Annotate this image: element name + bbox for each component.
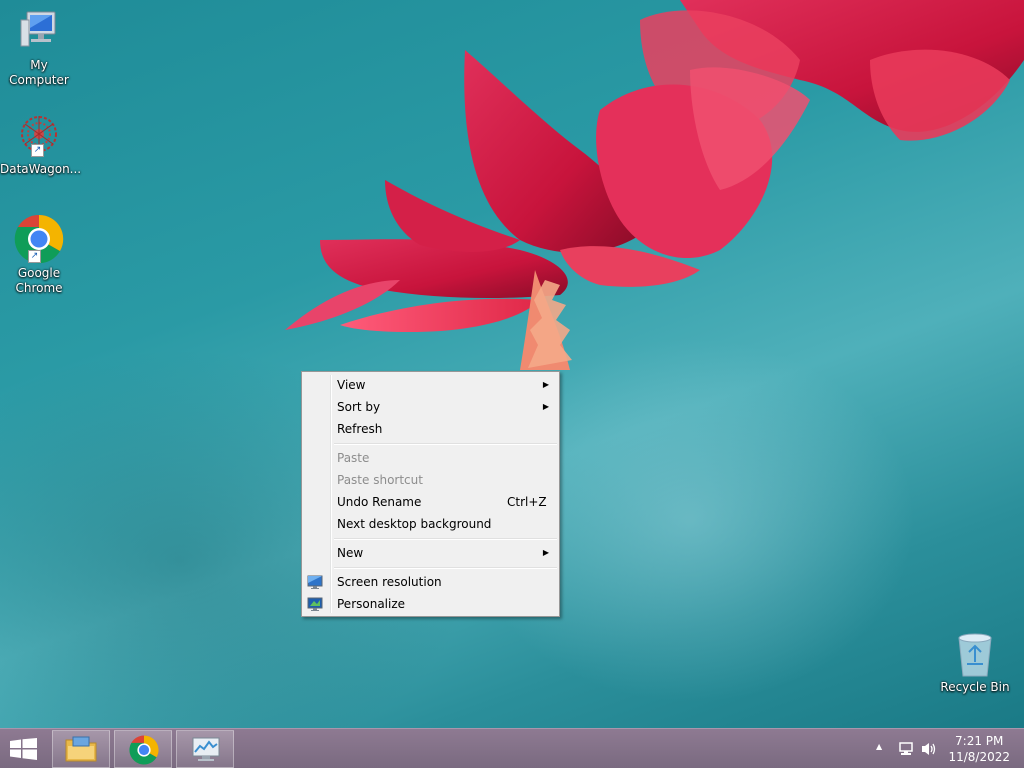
personalize-icon bbox=[307, 597, 323, 611]
taskbar: ▲ 7:21 PM 11/8/2022 bbox=[0, 728, 1024, 768]
menu-item-refresh[interactable]: Refresh bbox=[304, 418, 557, 440]
submenu-arrow-icon: ▶ bbox=[542, 548, 549, 557]
desktop-icon-recycle-bin[interactable]: Recycle Bin bbox=[936, 630, 1014, 695]
shortcut-arrow-icon: ↗ bbox=[28, 250, 41, 263]
menu-item-screen-resolution[interactable]: Screen resolution bbox=[304, 571, 557, 593]
menu-item-shortcut: Ctrl+Z bbox=[507, 495, 547, 509]
menu-item-label: Personalize bbox=[337, 597, 406, 611]
volume-icon[interactable] bbox=[920, 741, 938, 757]
desktop-icon-google-chrome[interactable]: ↗ Google Chrome bbox=[0, 214, 78, 296]
windows-logo-icon bbox=[10, 738, 37, 760]
menu-separator bbox=[334, 538, 557, 540]
desktop-icon-datawagon[interactable]: ↗ DataWagon... bbox=[0, 112, 82, 177]
menu-item-label: Paste shortcut bbox=[337, 473, 423, 487]
menu-separator bbox=[334, 567, 557, 569]
taskbar-file-explorer[interactable] bbox=[52, 730, 110, 768]
menu-item-label: New bbox=[337, 546, 364, 560]
taskbar-clock[interactable]: 7:21 PM 11/8/2022 bbox=[948, 733, 1010, 765]
menu-item-label: Next desktop background bbox=[337, 517, 492, 531]
taskbar-task-manager[interactable] bbox=[176, 730, 234, 768]
submenu-arrow-icon: ▶ bbox=[542, 402, 549, 411]
menu-item-label: Refresh bbox=[337, 422, 383, 436]
menu-item-next-desktop-background[interactable]: Next desktop background bbox=[304, 513, 557, 535]
menu-item-paste[interactable]: Paste bbox=[304, 447, 557, 469]
menu-item-undo-rename[interactable]: Undo Rename Ctrl+Z bbox=[304, 491, 557, 513]
submenu-arrow-icon: ▶ bbox=[542, 380, 549, 389]
desktop-icon-my-computer[interactable]: My Computer bbox=[0, 8, 78, 88]
menu-item-view[interactable]: View ▶ bbox=[304, 374, 557, 396]
menu-item-label: Sort by bbox=[337, 400, 381, 414]
desktop-icon-label: My Computer bbox=[9, 58, 69, 87]
desktop-icon-label: Google Chrome bbox=[15, 266, 63, 295]
clock-time: 7:21 PM bbox=[955, 734, 1004, 748]
computer-icon bbox=[20, 11, 56, 47]
monitor-icon bbox=[307, 575, 323, 589]
menu-item-sort-by[interactable]: Sort by ▶ bbox=[304, 396, 557, 418]
menu-item-label: Screen resolution bbox=[337, 575, 442, 589]
chrome-icon bbox=[129, 735, 159, 765]
menu-item-personalize[interactable]: Personalize bbox=[304, 593, 557, 615]
start-button[interactable] bbox=[0, 730, 48, 768]
network-icon[interactable] bbox=[898, 741, 914, 757]
folder-icon bbox=[65, 736, 97, 762]
menu-item-new[interactable]: New ▶ bbox=[304, 542, 557, 564]
menu-item-label: Undo Rename bbox=[337, 495, 422, 509]
resource-monitor-icon bbox=[192, 737, 220, 761]
desktop[interactable]: My Computer ↗ DataWagon... ↗ Google Chro… bbox=[0, 0, 1024, 728]
desktop-icon-label: Recycle Bin bbox=[940, 680, 1010, 694]
recycle-bin-icon bbox=[958, 633, 992, 677]
taskbar-google-chrome[interactable] bbox=[114, 730, 172, 768]
desktop-context-menu: View ▶ Sort by ▶ Refresh Paste Paste sho… bbox=[301, 371, 560, 617]
menu-item-paste-shortcut[interactable]: Paste shortcut bbox=[304, 469, 557, 491]
clock-date: 11/8/2022 bbox=[948, 750, 1010, 764]
menu-item-label: Paste bbox=[337, 451, 370, 465]
shortcut-arrow-icon: ↗ bbox=[31, 144, 44, 157]
menu-item-label: View bbox=[337, 378, 366, 392]
wallpaper-flower bbox=[285, 0, 1024, 370]
show-hidden-icons-button[interactable]: ▲ bbox=[876, 742, 882, 751]
desktop-icon-label: DataWagon... bbox=[0, 162, 82, 176]
menu-separator bbox=[334, 443, 557, 445]
